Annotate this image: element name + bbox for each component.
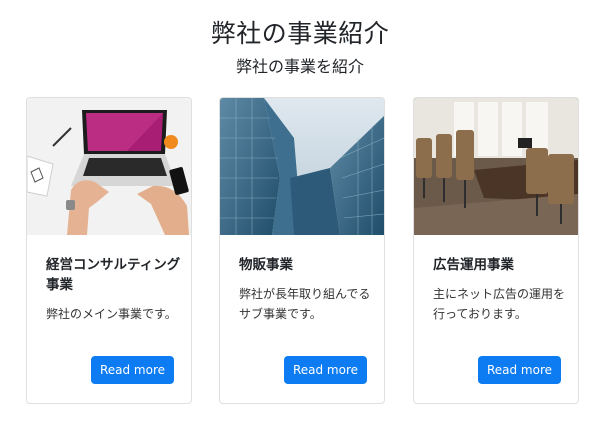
card-consulting: 経営コンサルティング事業 弊社のメイン事業です。 Read more [26, 97, 192, 404]
read-more-button[interactable]: Read more [478, 356, 561, 384]
office-buildings-image [220, 98, 384, 235]
read-more-button[interactable]: Read more [91, 356, 174, 384]
conference-room-image [414, 98, 578, 235]
page-title: 弊社の事業紹介 [210, 19, 390, 48]
laptop-typing-image [27, 98, 191, 235]
card-text: 弊社が長年取り組んでるサブ事業です。 [239, 287, 371, 321]
card-title: 広告運用事業 [433, 257, 514, 273]
page-subtitle: 弊社の事業を紹介 [235, 57, 364, 76]
card-advertising: 広告運用事業 主にネット広告の運用を行っております。 Read more [413, 97, 579, 404]
card-text: 主にネット広告の運用を行っております。 [433, 287, 566, 321]
card-title: 経営コンサルティング事業 [46, 257, 181, 293]
card-sales: 物販事業 弊社が長年取り組んでるサブ事業です。 Read more [219, 97, 385, 404]
card-title: 物販事業 [239, 257, 293, 273]
card-text: 弊社のメイン事業です。 [46, 307, 177, 321]
read-more-button[interactable]: Read more [284, 356, 367, 384]
